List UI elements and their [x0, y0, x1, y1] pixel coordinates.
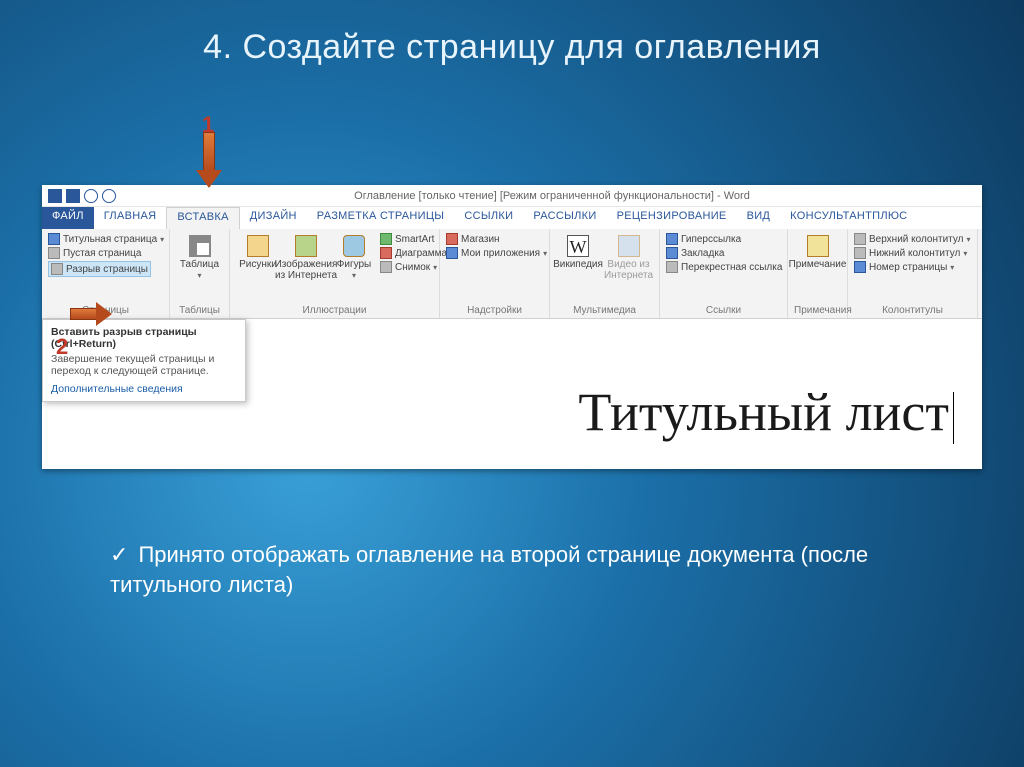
tooltip-title: Вставить разрыв страницы (Ctrl+Return) — [51, 326, 237, 350]
tab-insert[interactable]: ВСТАВКА — [166, 207, 239, 229]
cover-page-button[interactable]: Титульная страница — [48, 233, 164, 245]
screenshot-icon — [380, 261, 392, 273]
page-break-button[interactable]: Разрыв страницы — [48, 261, 151, 277]
smartart-icon — [380, 233, 392, 245]
online-video-button[interactable]: Видео из Интернета — [604, 233, 653, 283]
comment-button[interactable]: Примечание — [794, 233, 841, 272]
group-label: Мультимедиа — [556, 303, 653, 316]
tab-review[interactable]: РЕЦЕНЗИРОВАНИЕ — [607, 207, 737, 229]
hyperlink-button[interactable]: Гиперссылка — [666, 233, 741, 245]
redo-icon[interactable] — [102, 189, 116, 203]
group-label: Надстройки — [446, 303, 543, 316]
tab-konsultant[interactable]: КонсультантПлюс — [780, 207, 917, 229]
group-label: Иллюстрации — [236, 303, 433, 316]
tooltip-more-link[interactable]: Дополнительные сведения — [51, 383, 237, 395]
video-icon — [618, 235, 640, 257]
tab-mailings[interactable]: РАССЫЛКИ — [523, 207, 606, 229]
blank-page-button[interactable]: Пустая страница — [48, 247, 141, 259]
group-label: Колонтитулы — [854, 303, 971, 316]
header-icon — [854, 233, 866, 245]
word-icon — [48, 189, 62, 203]
hyperlink-icon — [666, 233, 678, 245]
table-button[interactable]: Таблица — [176, 233, 223, 283]
comment-icon — [807, 235, 829, 257]
pagenum-icon — [854, 261, 866, 273]
table-icon — [189, 235, 211, 257]
slide-bullet: Принято отображать оглавление на второй … — [110, 540, 964, 599]
page-break-icon — [51, 263, 63, 275]
shapes-button[interactable]: Фигуры — [332, 233, 376, 283]
quick-access-toolbar — [42, 189, 122, 203]
group-addins: Магазин Мои приложения Надстройки — [440, 229, 550, 318]
text-cursor-icon — [953, 392, 954, 444]
page-number-button[interactable]: Номер страницы — [854, 261, 954, 273]
save-icon[interactable] — [66, 189, 80, 203]
document-page[interactable]: Титульный лист — [342, 331, 974, 469]
tab-file[interactable]: ФАЙЛ — [42, 207, 94, 229]
crossref-icon — [666, 261, 678, 273]
checkmark-icon — [110, 542, 138, 567]
picture-icon — [247, 235, 269, 257]
arrow-right-icon — [58, 302, 108, 326]
ribbon-tabs: ФАЙЛ ГЛАВНАЯ ВСТАВКА ДИЗАЙН РАЗМЕТКА СТР… — [42, 207, 982, 229]
group-label: Примечания — [794, 303, 841, 316]
page-icon — [48, 233, 60, 245]
page-break-tooltip: Вставить разрыв страницы (Ctrl+Return) З… — [42, 319, 246, 402]
shapes-icon — [343, 235, 365, 257]
tab-home[interactable]: ГЛАВНАЯ — [94, 207, 167, 229]
group-headerfooter: Верхний колонтитул Нижний колонтитул Ном… — [848, 229, 978, 318]
group-label: Ссылки — [666, 303, 781, 316]
wikipedia-button[interactable]: WВикипедия — [556, 233, 600, 272]
window-title: Оглавление [только чтение] [Режим ограни… — [122, 190, 982, 202]
tab-layout[interactable]: РАЗМЕТКА СТРАНИЦЫ — [307, 207, 455, 229]
arrow-down-icon — [198, 132, 220, 190]
ribbon: Титульная страница Пустая страница Разры… — [42, 229, 982, 319]
undo-icon[interactable] — [84, 189, 98, 203]
page-heading-text: Титульный лист — [578, 381, 954, 444]
footer-icon — [854, 247, 866, 259]
word-window: Оглавление [только чтение] [Режим ограни… — [42, 185, 982, 469]
header-button[interactable]: Верхний колонтитул — [854, 233, 971, 245]
screenshot-button[interactable]: Снимок — [380, 261, 437, 273]
tab-references[interactable]: ССЫЛКИ — [454, 207, 523, 229]
group-text: Текстовое поле — [978, 229, 982, 318]
crossref-button[interactable]: Перекрестная ссылка — [666, 261, 782, 273]
group-illustrations: Рисунки Изображения из Интернета Фигуры … — [230, 229, 440, 318]
my-apps-button[interactable]: Мои приложения — [446, 247, 547, 259]
tab-design[interactable]: ДИЗАЙН — [240, 207, 307, 229]
footer-button[interactable]: Нижний колонтитул — [854, 247, 967, 259]
apps-icon — [446, 247, 458, 259]
pictures-button[interactable]: Рисунки — [236, 233, 280, 272]
store-button[interactable]: Магазин — [446, 233, 500, 245]
chart-button[interactable]: Диаграмма — [380, 247, 447, 259]
callout-number-2: 2 — [56, 334, 68, 360]
group-links: Гиперссылка Закладка Перекрестная ссылка… — [660, 229, 788, 318]
group-media: WВикипедия Видео из Интернета Мультимеди… — [550, 229, 660, 318]
store-icon — [446, 233, 458, 245]
chart-icon — [380, 247, 392, 259]
bookmark-icon — [666, 247, 678, 259]
slide-title: 4. Создайте страницу для оглавления — [0, 0, 1024, 77]
smartart-button[interactable]: SmartArt — [380, 233, 434, 245]
page-icon — [48, 247, 60, 259]
tab-view[interactable]: ВИД — [737, 207, 781, 229]
group-comments: Примечание Примечания — [788, 229, 848, 318]
group-tables: Таблица Таблицы — [170, 229, 230, 318]
group-label: Таблицы — [176, 303, 223, 316]
wikipedia-icon: W — [567, 235, 589, 257]
online-pictures-button[interactable]: Изображения из Интернета — [284, 233, 328, 283]
online-picture-icon — [295, 235, 317, 257]
bookmark-button[interactable]: Закладка — [666, 247, 724, 259]
tooltip-body: Завершение текущей страницы и переход к … — [51, 353, 237, 377]
title-bar: Оглавление [только чтение] [Режим ограни… — [42, 185, 982, 207]
